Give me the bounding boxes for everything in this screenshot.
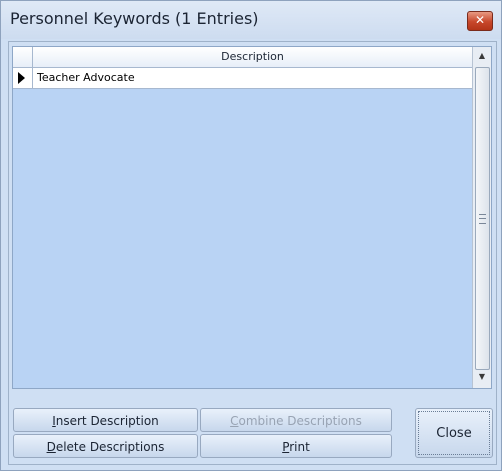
personnel-keywords-dialog: Personnel Keywords (1 Entries) ✕ Descrip…: [0, 0, 502, 471]
insert-description-button[interactable]: Insert Description: [13, 408, 198, 432]
title-bar: Personnel Keywords (1 Entries) ✕: [1, 1, 501, 39]
row-selector[interactable]: [13, 68, 33, 88]
keywords-grid[interactable]: Description Teacher Advocate ▲ ▼: [12, 46, 492, 389]
row-header-corner: [13, 47, 33, 67]
delete-mnemonic: D: [46, 440, 56, 454]
scrollbar-thumb[interactable]: [475, 67, 490, 370]
scroll-up-icon[interactable]: ▲: [473, 47, 491, 65]
delete-descriptions-button[interactable]: Delete Descriptions: [13, 434, 198, 458]
combine-mnemonic: C: [230, 414, 239, 428]
grip-icon: [479, 214, 486, 224]
print-button[interactable]: Print: [200, 434, 392, 458]
description-cell[interactable]: Teacher Advocate: [37, 68, 467, 88]
dialog-title: Personnel Keywords (1 Entries): [10, 9, 259, 28]
table-row[interactable]: Teacher Advocate: [13, 68, 472, 89]
vertical-scrollbar[interactable]: ▲ ▼: [472, 47, 491, 388]
close-button[interactable]: Close: [415, 408, 493, 458]
current-row-indicator-icon: [18, 72, 25, 84]
combine-label: ombine Descriptions: [238, 414, 362, 428]
column-header-description[interactable]: Description: [33, 47, 472, 67]
combine-descriptions-button[interactable]: Combine Descriptions: [200, 408, 392, 432]
grid-header-row: Description: [13, 47, 472, 68]
insert-label: nsert Description: [55, 414, 159, 428]
content-panel: Description Teacher Advocate ▲ ▼ Insert …: [8, 41, 497, 465]
scroll-down-icon[interactable]: ▼: [473, 368, 491, 386]
delete-label: elete Descriptions: [55, 440, 165, 454]
print-label: rint: [289, 440, 310, 454]
close-icon[interactable]: ✕: [467, 11, 493, 31]
